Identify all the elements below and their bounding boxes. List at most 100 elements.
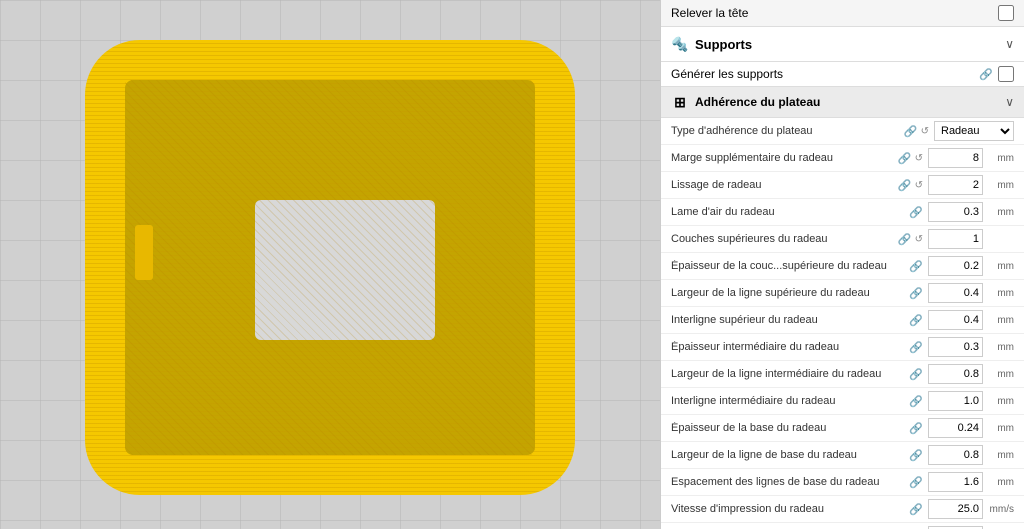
param-label-9: Largeur de la ligne intermédiaire du rad… xyxy=(671,368,909,380)
link-icon-3[interactable]: 🔗 xyxy=(909,206,923,219)
link-icon-2[interactable]: 🔗 xyxy=(898,179,912,192)
param-icons-6: 🔗 xyxy=(909,287,923,300)
param-label-3: Lame d'air du radeau xyxy=(671,206,909,218)
adherence-params: Type d'adhérence du plateau 🔗 ↺ Radeau J… xyxy=(661,118,1024,529)
adherence-title: Adhérence du plateau xyxy=(695,95,820,109)
right-panel: Relever la tête 🔩 Supports ∨ Générer les… xyxy=(660,0,1024,529)
param-label-12: Largeur de la ligne de base du radeau xyxy=(671,449,909,461)
relever-label: Relever la tête xyxy=(671,6,748,20)
input-vitesse-impression[interactable] xyxy=(928,499,983,519)
relever-checkbox[interactable] xyxy=(998,5,1014,21)
print-area xyxy=(70,25,590,505)
param-row-type-adherence: Type d'adhérence du plateau 🔗 ↺ Radeau J… xyxy=(661,118,1024,145)
param-row-14: Vitesse d'impression du radeau 🔗 mm/s xyxy=(661,496,1024,523)
unit-10: mm xyxy=(986,396,1014,407)
supports-header-left: 🔩 Supports xyxy=(671,35,752,53)
param-icons-4: 🔗 ↺ xyxy=(898,233,923,246)
generate-supports-label: Générer les supports xyxy=(671,67,783,81)
supports-section-header[interactable]: 🔩 Supports ∨ xyxy=(661,27,1024,62)
param-row-6: Largeur de la ligne supérieure du radeau… xyxy=(661,280,1024,307)
link-icon-11[interactable]: 🔗 xyxy=(909,422,923,435)
link-icon-0[interactable]: 🔗 xyxy=(904,125,918,138)
adherence-chevron: ∨ xyxy=(1005,95,1014,109)
supports-title: Supports xyxy=(695,37,752,52)
param-row-5: Épaisseur de la couc...supérieure du rad… xyxy=(661,253,1024,280)
reset-icon-2[interactable]: ↺ xyxy=(915,180,923,191)
input-marge[interactable] xyxy=(928,148,983,168)
input-interligne-sup[interactable] xyxy=(928,310,983,330)
unit-11: mm xyxy=(986,423,1014,434)
param-icons-8: 🔗 xyxy=(909,341,923,354)
input-largeur-base[interactable] xyxy=(928,445,983,465)
param-icons-3: 🔗 xyxy=(909,206,923,219)
reset-icon-1[interactable]: ↺ xyxy=(915,153,923,164)
generate-link-icon[interactable]: 🔗 xyxy=(979,68,993,81)
top-row: Relever la tête xyxy=(661,0,1024,27)
input-largeur-inter[interactable] xyxy=(928,364,983,384)
3d-viewport[interactable] xyxy=(0,0,660,529)
select-type-adherence[interactable]: Radeau Jupe Aucun xyxy=(934,121,1014,141)
reset-icon-0[interactable]: ↺ xyxy=(921,126,929,137)
link-icon-12[interactable]: 🔗 xyxy=(909,449,923,462)
generate-supports-controls: 🔗 xyxy=(979,66,1014,82)
unit-3: mm xyxy=(986,207,1014,218)
param-icons-11: 🔗 xyxy=(909,422,923,435)
param-label-13: Espacement des lignes de base du radeau xyxy=(671,476,909,488)
unit-7: mm xyxy=(986,315,1014,326)
link-icon-6[interactable]: 🔗 xyxy=(909,287,923,300)
param-icons-5: 🔗 xyxy=(909,260,923,273)
reset-icon-4[interactable]: ↺ xyxy=(915,234,923,245)
generate-supports-row: Générer les supports 🔗 xyxy=(661,62,1024,87)
link-icon-14[interactable]: 🔗 xyxy=(909,503,923,516)
param-label-14: Vitesse d'impression du radeau xyxy=(671,503,909,515)
link-icon-1[interactable]: 🔗 xyxy=(898,152,912,165)
param-row-13: Espacement des lignes de base du radeau … xyxy=(661,469,1024,496)
param-icons-10: 🔗 xyxy=(909,395,923,408)
input-interligne-inter[interactable] xyxy=(928,391,983,411)
link-icon-10[interactable]: 🔗 xyxy=(909,395,923,408)
param-label-0: Type d'adhérence du plateau xyxy=(671,125,904,137)
unit-8: mm xyxy=(986,342,1014,353)
link-icon-5[interactable]: 🔗 xyxy=(909,260,923,273)
left-element xyxy=(135,225,153,280)
param-label-5: Épaisseur de la couc...supérieure du rad… xyxy=(671,260,909,272)
adherence-icon: ⊞ xyxy=(671,93,689,111)
link-icon-8[interactable]: 🔗 xyxy=(909,341,923,354)
input-espacement[interactable] xyxy=(928,472,983,492)
param-icons-2: 🔗 ↺ xyxy=(898,179,923,192)
link-icon-9[interactable]: 🔗 xyxy=(909,368,923,381)
param-label-2: Lissage de radeau xyxy=(671,179,898,191)
input-lame[interactable] xyxy=(928,202,983,222)
param-icons-0: 🔗 ↺ xyxy=(904,125,929,138)
input-epaisseur-sup[interactable] xyxy=(928,256,983,276)
param-icons-1: 🔗 ↺ xyxy=(898,152,923,165)
param-label-8: Épaisseur intermédiaire du radeau xyxy=(671,341,909,353)
unit-14: mm/s xyxy=(986,504,1014,515)
unit-5: mm xyxy=(986,261,1014,272)
param-label-10: Interligne intermédiaire du radeau xyxy=(671,395,909,407)
param-label-11: Épaisseur de la base du radeau xyxy=(671,422,909,434)
input-lissage[interactable] xyxy=(928,175,983,195)
input-epaisseur-base[interactable] xyxy=(928,418,983,438)
input-couches-sup[interactable] xyxy=(928,229,983,249)
param-row-4: Couches supérieures du radeau 🔗 ↺ xyxy=(661,226,1024,253)
adherence-section-header[interactable]: ⊞ Adhérence du plateau ∨ xyxy=(661,87,1024,118)
input-epaisseur-inter[interactable] xyxy=(928,337,983,357)
param-row-3: Lame d'air du radeau 🔗 mm xyxy=(661,199,1024,226)
param-row-15: Vitesse du ventilateur pendant le radeau… xyxy=(661,523,1024,529)
link-icon-4[interactable]: 🔗 xyxy=(898,233,912,246)
param-label-6: Largeur de la ligne supérieure du radeau xyxy=(671,287,909,299)
link-icon-13[interactable]: 🔗 xyxy=(909,476,923,489)
object-outer xyxy=(85,40,575,495)
link-icon-7[interactable]: 🔗 xyxy=(909,314,923,327)
unit-9: mm xyxy=(986,369,1014,380)
input-largeur-sup[interactable] xyxy=(928,283,983,303)
supports-icon: 🔩 xyxy=(671,35,689,53)
adherence-header-left: ⊞ Adhérence du plateau xyxy=(671,93,820,111)
param-label-1: Marge supplémentaire du radeau xyxy=(671,152,898,164)
param-row-12: Largeur de la ligne de base du radeau 🔗 … xyxy=(661,442,1024,469)
generate-supports-checkbox[interactable] xyxy=(998,66,1014,82)
unit-6: mm xyxy=(986,288,1014,299)
unit-2: mm xyxy=(986,180,1014,191)
param-label-7: Interligne supérieur du radeau xyxy=(671,314,909,326)
